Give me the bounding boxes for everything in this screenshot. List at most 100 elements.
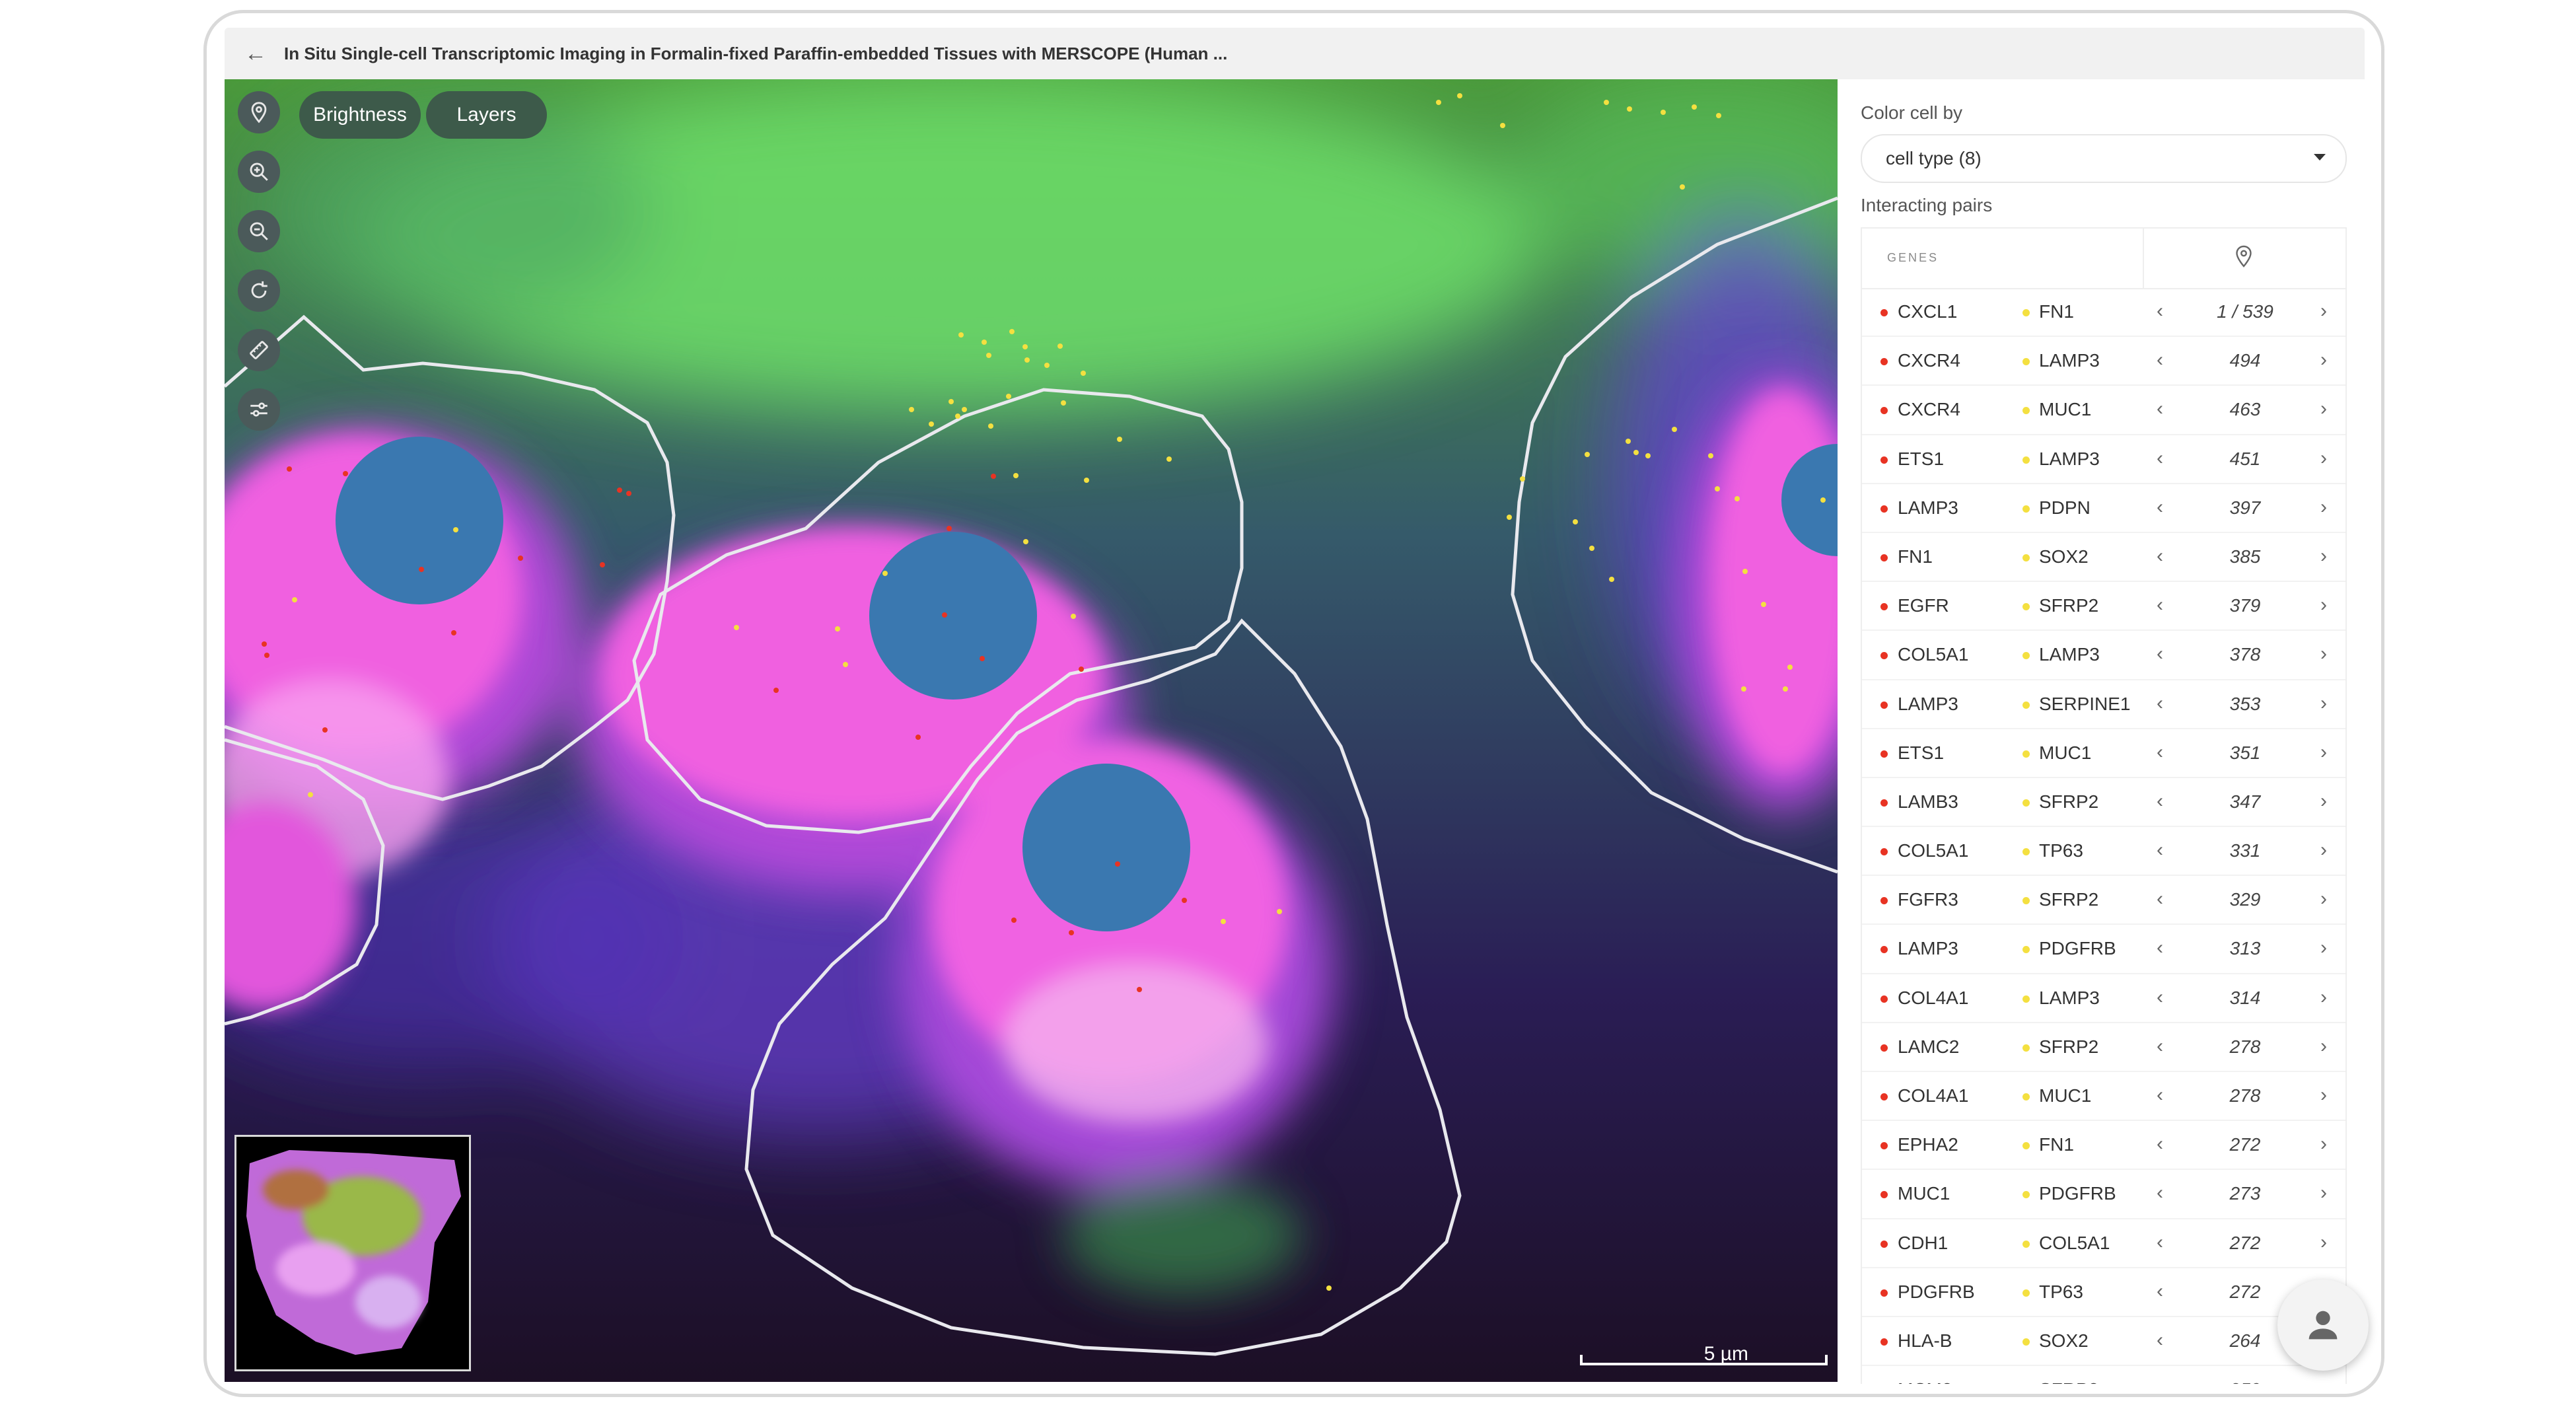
location-pin-icon[interactable] (2232, 244, 2256, 268)
chevron-left-icon[interactable]: ‹ (2157, 643, 2163, 665)
chevron-right-icon[interactable]: › (2320, 839, 2327, 861)
chevron-left-icon[interactable]: ‹ (2157, 1133, 2163, 1155)
table-row[interactable]: EGFR SFRP2 ‹ 379 › (1862, 582, 2345, 631)
table-row[interactable]: LAMP3 SERPINE1 ‹ 353 › (1862, 680, 2345, 729)
chevron-right-icon[interactable]: › (2320, 986, 2327, 1009)
chevron-right-icon[interactable]: › (2320, 1133, 2327, 1155)
chevron-left-icon[interactable]: ‹ (2157, 692, 2163, 715)
gene1-name: CXCR4 (1898, 399, 1960, 420)
color-cell-by-select[interactable]: cell type (8) (1861, 134, 2347, 183)
gene2-name: FN1 (2039, 1134, 2074, 1155)
chevron-right-icon[interactable]: › (2320, 741, 2327, 764)
gene2-dot (2022, 1093, 2030, 1100)
chevron-left-icon[interactable]: ‹ (2157, 986, 2163, 1009)
table-row[interactable]: COL5A1 LAMP3 ‹ 378 › (1862, 631, 2345, 680)
overview-minimap[interactable] (234, 1135, 471, 1371)
table-row[interactable]: LAMP3 PDPN ‹ 397 › (1862, 484, 2345, 533)
chevron-left-icon[interactable]: ‹ (2157, 349, 2163, 371)
table-row[interactable]: PDGFRBTP63‹272› (1862, 1268, 2345, 1317)
chevron-left-icon[interactable]: ‹ (2157, 1329, 2163, 1352)
chevron-left-icon[interactable]: ‹ (2157, 937, 2163, 959)
chevron-left-icon[interactable]: ‹ (2157, 1231, 2163, 1254)
chevron-right-icon[interactable]: › (2320, 1182, 2327, 1204)
table-row[interactable]: FGFR3 SFRP2 ‹ 329 › (1862, 876, 2345, 925)
chevron-left-icon[interactable]: ‹ (2157, 447, 2163, 470)
gene2-dot (2022, 1289, 2030, 1297)
table-row[interactable]: LAMC2 SFRP2 ‹ 278 › (1862, 1023, 2345, 1072)
chevron-left-icon[interactable]: ‹ (2157, 1035, 2163, 1058)
chevron-left-icon[interactable]: ‹ (2157, 839, 2163, 861)
chevron-right-icon[interactable]: › (2320, 447, 2327, 470)
chevron-right-icon[interactable]: › (2320, 937, 2327, 959)
chevron-right-icon[interactable]: › (2320, 594, 2327, 616)
chevron-right-icon[interactable]: › (2320, 643, 2327, 665)
back-arrow-icon[interactable]: ← (244, 41, 271, 67)
zoom-in-button[interactable] (238, 151, 280, 193)
person-icon (2308, 1311, 2338, 1340)
chevron-right-icon[interactable]: › (2320, 888, 2327, 910)
layers-button[interactable]: Layers (426, 91, 547, 139)
zoom-out-button[interactable] (238, 210, 280, 252)
chevron-right-icon[interactable]: › (2320, 692, 2327, 715)
gene1-dot (1880, 1240, 1888, 1248)
table-row[interactable]: LAMP3 PDGFRB ‹ 313 › (1862, 925, 2345, 974)
chevron-left-icon[interactable]: ‹ (2157, 594, 2163, 616)
chevron-left-icon[interactable]: ‹ (2157, 790, 2163, 812)
chevron-right-icon[interactable]: › (2320, 300, 2327, 322)
chevron-left-icon[interactable]: ‹ (2157, 496, 2163, 519)
chevron-right-icon[interactable]: › (2320, 545, 2327, 567)
zoom-out-icon (250, 222, 268, 240)
gene2-name: SFRP2 (2039, 791, 2099, 812)
chevron-left-icon[interactable]: ‹ (2157, 1084, 2163, 1106)
table-row[interactable]: CXCR4 MUC1 ‹ 463 › (1862, 386, 2345, 435)
brightness-button[interactable]: Brightness (299, 91, 421, 139)
gene1-dot (1880, 701, 1888, 709)
chevron-right-icon[interactable]: › (2320, 349, 2327, 371)
table-row[interactable]: CXCR4 LAMP3 ‹ 494 › (1862, 337, 2345, 386)
image-viewer[interactable]: Brightness Layers 5 µm (225, 79, 1838, 1382)
table-row[interactable]: ETS1 MUC1 ‹ 351 › (1862, 729, 2345, 778)
pair-count: 494 (2229, 350, 2261, 371)
chevron-left-icon[interactable]: ‹ (2157, 888, 2163, 910)
chevron-right-icon[interactable]: › (2320, 1084, 2327, 1106)
gene2-dot (2022, 358, 2030, 366)
rotate-button[interactable] (238, 270, 280, 312)
table-row[interactable]: COL4A1 LAMP3 ‹ 314 › (1862, 974, 2345, 1023)
chevron-right-icon[interactable]: › (2320, 496, 2327, 519)
table-row[interactable]: FN1 SOX2 ‹ 385 › (1862, 533, 2345, 583)
gene1-dot (1880, 652, 1888, 660)
chevron-right-icon[interactable]: › (2320, 1035, 2327, 1058)
user-account-button[interactable] (2277, 1280, 2369, 1371)
table-row[interactable]: CXCL1 FN1 ‹ 1 / 539 › (1862, 288, 2345, 338)
table-row[interactable]: ETS1 LAMP3 ‹ 451 › (1862, 435, 2345, 484)
table-row[interactable]: COL4A1 MUC1 ‹ 278 › (1862, 1072, 2345, 1122)
chevron-right-icon[interactable]: › (2320, 398, 2327, 420)
chevron-left-icon[interactable]: ‹ (2157, 300, 2163, 322)
location-pin-button[interactable] (238, 91, 280, 133)
table-row[interactable]: MCM2 SFRP2 ‹ 259 › (1862, 1366, 2345, 1384)
table-row[interactable]: MUC1 PDGFRB ‹ 273 › (1862, 1170, 2345, 1219)
ruler-button[interactable] (238, 329, 280, 371)
chevron-right-icon[interactable]: › (2320, 1378, 2327, 1384)
table-header: GENES (1862, 229, 2345, 289)
chevron-left-icon[interactable]: ‹ (2157, 741, 2163, 764)
table-row[interactable]: LAMB3 SFRP2 ‹ 347 › (1862, 778, 2345, 828)
table-row[interactable]: CDH1 COL5A1 ‹ 272 › (1862, 1219, 2345, 1268)
chevron-right-icon[interactable]: › (2320, 1231, 2327, 1254)
chevron-right-icon[interactable]: › (2320, 790, 2327, 812)
table-row[interactable]: COL5A1 TP63 ‹ 331 › (1862, 827, 2345, 877)
chevron-left-icon[interactable]: ‹ (2157, 398, 2163, 420)
chevron-left-icon[interactable]: ‹ (2157, 545, 2163, 567)
gene2-name: SOX2 (2039, 546, 2089, 567)
table-row[interactable]: EPHA2 FN1 ‹ 272 › (1862, 1121, 2345, 1171)
chevron-left-icon[interactable]: ‹ (2157, 1182, 2163, 1204)
gene2-name: SFRP2 (2039, 595, 2099, 616)
pair-count: 397 (2229, 497, 2261, 518)
gene1-dot (1880, 1044, 1888, 1052)
chevron-left-icon[interactable]: ‹ (2157, 1378, 2163, 1384)
table-row[interactable]: HLA-BSOX2‹264› (1862, 1317, 2345, 1367)
adjust-button[interactable] (238, 388, 280, 431)
chevron-left-icon[interactable]: ‹ (2157, 1280, 2163, 1303)
gene1-dot (1880, 309, 1888, 316)
interacting-pairs-table: GENES CXCL1 FN1 ‹ 1 / 539 › CXCR4 LAMP3 ‹ 494 › CX… (1861, 227, 2347, 1384)
